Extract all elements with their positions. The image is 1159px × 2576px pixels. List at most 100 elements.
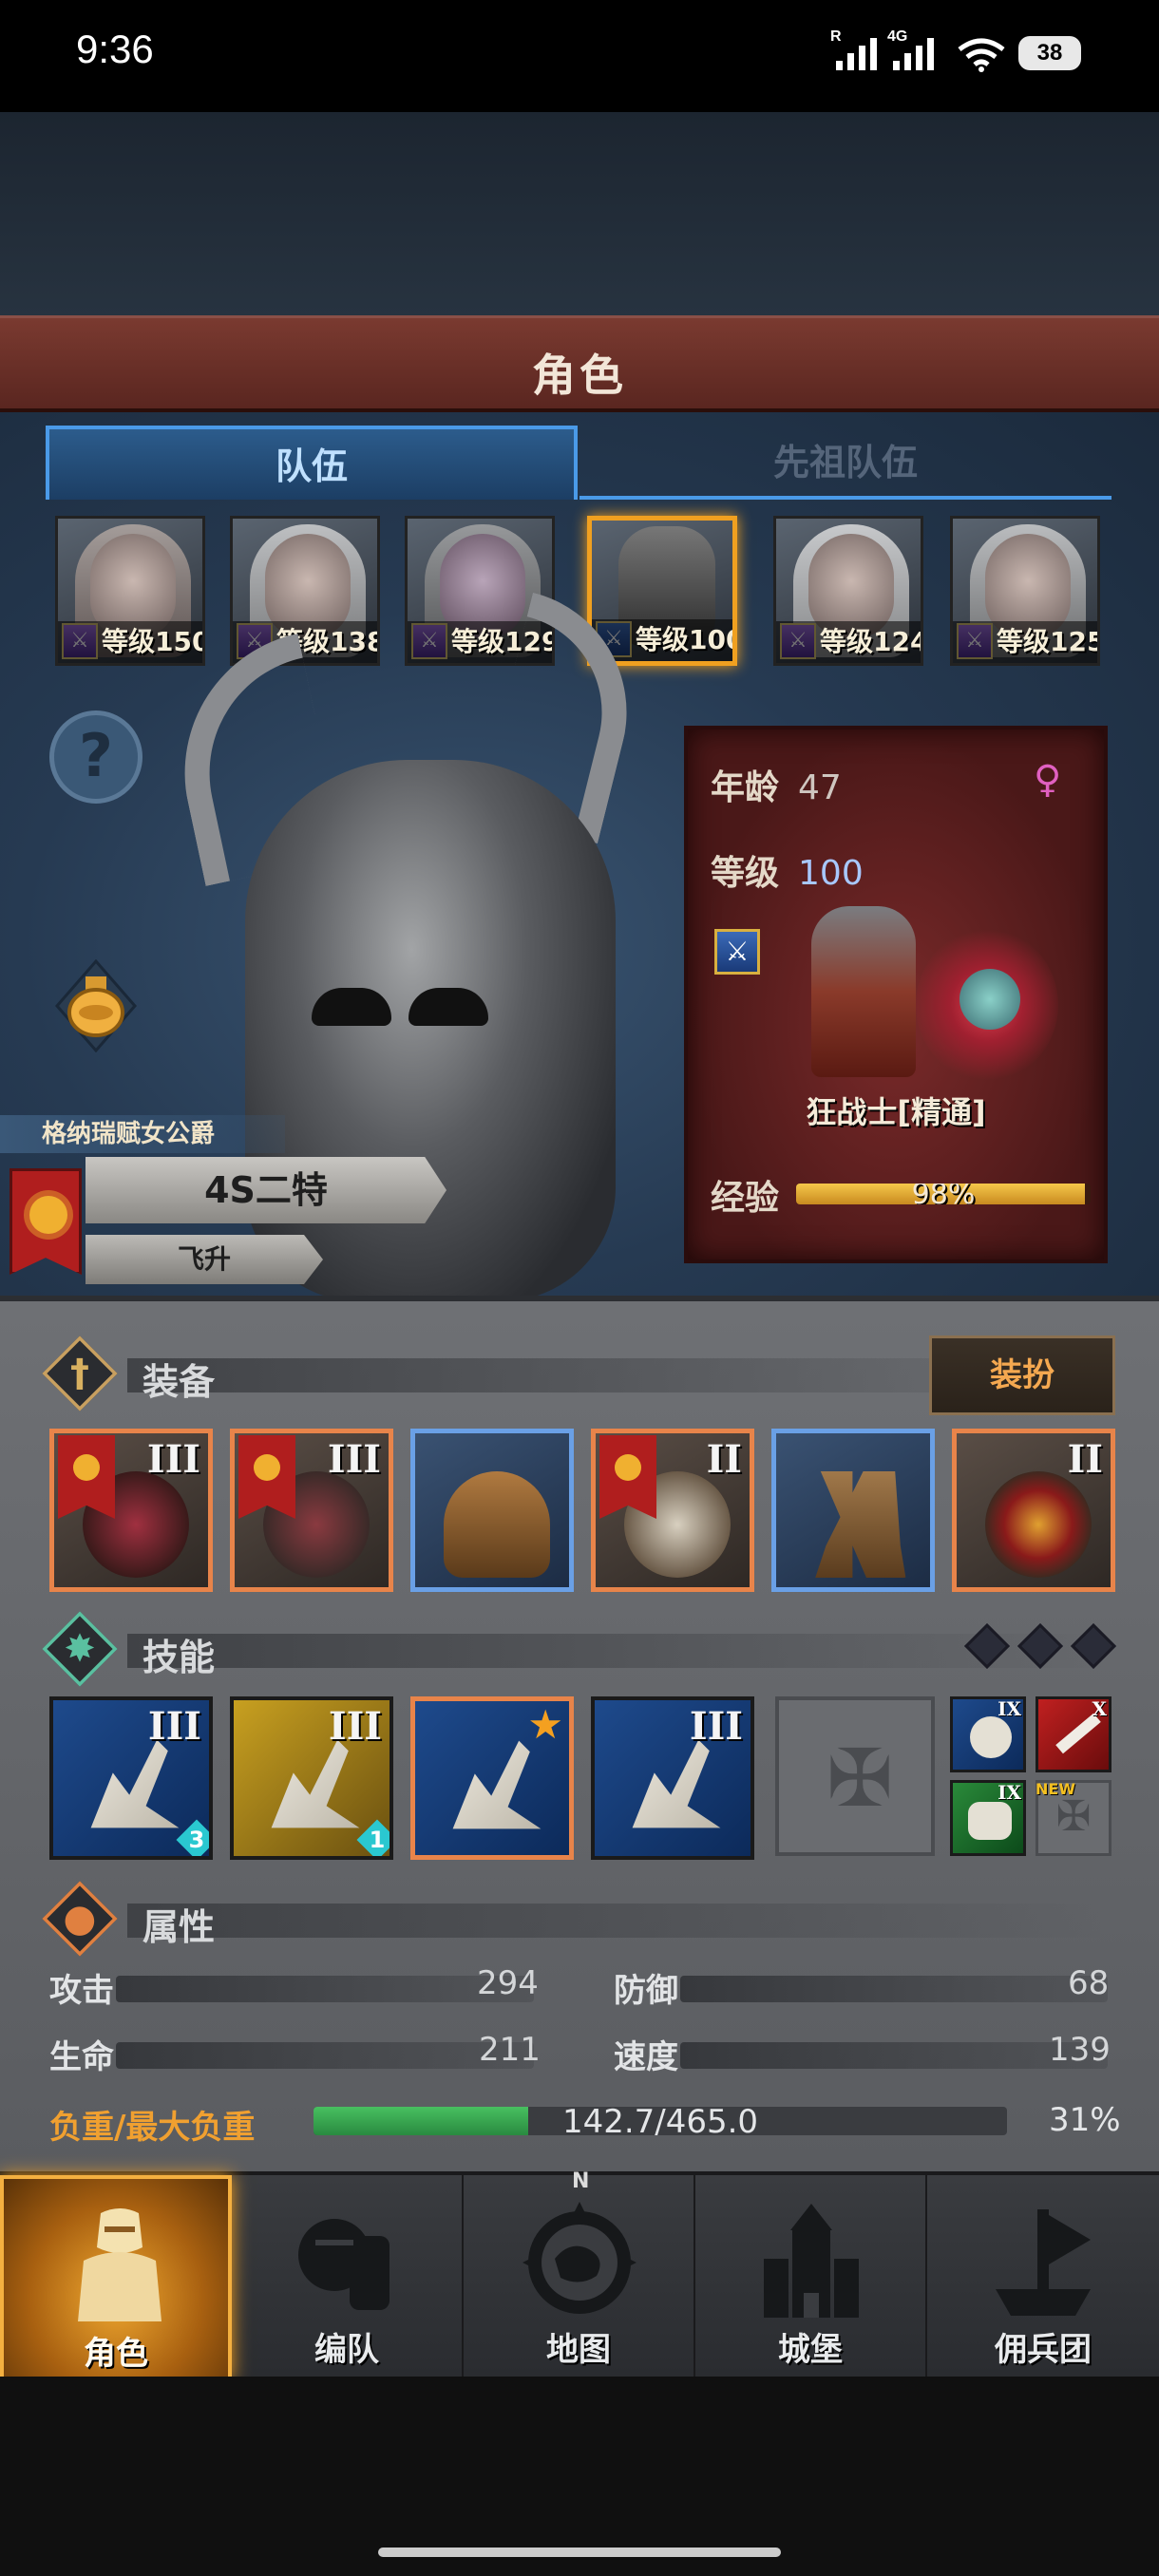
skill-slot[interactable]: III — [591, 1696, 754, 1860]
load-bar: 142.7/465.0 — [314, 2107, 1007, 2135]
tier-label: III — [146, 1437, 200, 1482]
age-label: 年龄 — [711, 768, 780, 807]
nav-character[interactable]: 角色 — [0, 2175, 232, 2380]
help-button[interactable]: ? — [49, 710, 142, 804]
stat-speed: 速度 139 — [614, 2031, 1112, 2076]
hp-label: 生命 — [49, 2038, 114, 2076]
skill-slot[interactable]: III 1 — [230, 1696, 393, 1860]
party-member-selected[interactable]: ⚔ 等级100 — [587, 516, 737, 666]
exp-percent: 98% — [911, 1184, 976, 1204]
speed-value: 139 — [1049, 2031, 1111, 2069]
tab-party[interactable]: 队伍 — [46, 426, 578, 500]
helmet-icon — [444, 1471, 550, 1578]
header-strip — [127, 1904, 1106, 1938]
signal-icon-2 — [893, 36, 934, 70]
person-icon: ● — [63, 1897, 97, 1941]
wifi-icon — [958, 38, 1005, 72]
equip-slot-offhand[interactable]: III — [230, 1429, 393, 1592]
skill-tier: III — [147, 1704, 201, 1749]
nav-map[interactable]: 地图 — [464, 2175, 695, 2380]
skill-tier: IX — [998, 1697, 1021, 1720]
skill-tier: X — [1092, 1697, 1107, 1720]
passive-skill-slot[interactable]: IX — [950, 1780, 1026, 1856]
sword-class-icon: ⚔ — [714, 929, 760, 975]
tab-ancestor-party[interactable]: 先祖队伍 — [580, 426, 1112, 500]
hero-noble-title: 格纳瑞赋女公爵 — [0, 1115, 285, 1153]
stat-bar — [680, 2042, 1108, 2069]
level-label: 等级 — [711, 854, 780, 893]
hero-status: 飞升 — [86, 1235, 323, 1284]
equip-slot-armor[interactable]: II — [591, 1429, 754, 1592]
party-member[interactable]: ⚔ 等级150 — [55, 516, 205, 666]
nav-label: 城堡 — [778, 2331, 843, 2369]
amulet-icon — [985, 1471, 1092, 1578]
female-icon: ♀ — [1034, 758, 1062, 802]
party-member[interactable]: ⚔ 等级124 — [773, 516, 923, 666]
compass-map-icon — [522, 2202, 636, 2314]
skill-tier: III — [328, 1704, 382, 1749]
skill-tier: IX — [998, 1781, 1021, 1804]
skill-slot[interactable]: ★ — [410, 1696, 574, 1860]
skill-slot[interactable]: III 3 — [49, 1696, 213, 1860]
level-value: 100 — [798, 854, 864, 893]
party-member[interactable]: ⚔ 等级125 — [950, 516, 1100, 666]
gem-count: 1 — [369, 1827, 386, 1853]
dress-up-button[interactable]: 装扮 — [929, 1335, 1115, 1415]
passive-skill-slot[interactable]: X — [1036, 1696, 1112, 1772]
boots-icon — [815, 1471, 906, 1578]
stat-attack: 攻击 294 — [49, 1964, 543, 2010]
new-badge: NEW — [1036, 1780, 1075, 1798]
attack-value: 294 — [477, 1964, 539, 2002]
top-background — [0, 112, 1159, 316]
attributes-label: 属性 — [142, 1906, 216, 1948]
stat-defense: 防御 68 — [614, 1964, 1112, 2010]
stat-bar — [116, 1976, 534, 2002]
level-row: 等级 100 — [711, 845, 864, 895]
burst-icon — [970, 1716, 1012, 1758]
title-banner: 角色 — [0, 315, 1159, 412]
castle-icon — [764, 2204, 859, 2318]
nav-formation[interactable]: 编队 — [232, 2175, 464, 2380]
helmet-eye-slit — [312, 988, 391, 1026]
member-level: 等级125 — [953, 621, 1097, 663]
skills-label: 技能 — [142, 1637, 216, 1678]
cross-icon: ✠ — [1055, 1792, 1092, 1841]
bottom-nav: 角色 编队 地图 城堡 佣兵团 — [0, 2171, 1159, 2380]
equip-slot-helmet[interactable] — [410, 1429, 574, 1592]
load-value: 142.7/465.0 — [561, 2107, 759, 2135]
passive-skill-slot[interactable]: IX — [950, 1696, 1026, 1772]
compass-north-label: N — [572, 2169, 590, 2193]
exp-bar: 98% — [796, 1184, 1091, 1204]
hero-name[interactable]: 4S二特 — [86, 1157, 446, 1223]
potion-icon[interactable] — [55, 959, 137, 1052]
skill-tier: III — [689, 1704, 743, 1749]
home-indicator[interactable] — [378, 2548, 781, 2557]
equip-slot-weapon[interactable]: III — [49, 1429, 213, 1592]
attack-label: 攻击 — [49, 1972, 114, 2010]
member-level: 等级124 — [776, 621, 921, 663]
page-title: 角色 — [532, 350, 627, 401]
age-row: 年龄 47 — [711, 760, 842, 809]
knight-icon — [78, 2208, 162, 2321]
member-level: 等级150 — [58, 621, 202, 663]
stat-bar — [116, 2042, 534, 2069]
load-percent: 31% — [1049, 2101, 1121, 2139]
attributes-header: ● 属性 — [42, 1881, 1106, 1957]
cross-icon: ✠ — [826, 1732, 894, 1825]
tier-label: III — [327, 1437, 381, 1482]
nav-label: 地图 — [546, 2331, 611, 2369]
header-strip — [127, 1634, 1106, 1668]
tier-label: II — [1067, 1437, 1103, 1482]
party-member[interactable]: ⚔ 等级138 — [230, 516, 380, 666]
gem-count: 3 — [188, 1827, 205, 1853]
empty-skill-slot[interactable]: ✠ — [775, 1696, 935, 1856]
stat-bar — [680, 1976, 1108, 2002]
mercenary-ship-icon — [996, 2209, 1091, 2316]
signal-icon — [836, 36, 877, 70]
speed-label: 速度 — [614, 2038, 678, 2076]
nav-mercenary[interactable]: 佣兵团 — [927, 2175, 1159, 2380]
equip-slot-boots[interactable] — [771, 1429, 935, 1592]
battery-icon: 38 — [1018, 36, 1081, 70]
equip-slot-accessory[interactable]: II — [952, 1429, 1115, 1592]
nav-castle[interactable]: 城堡 — [695, 2175, 927, 2380]
